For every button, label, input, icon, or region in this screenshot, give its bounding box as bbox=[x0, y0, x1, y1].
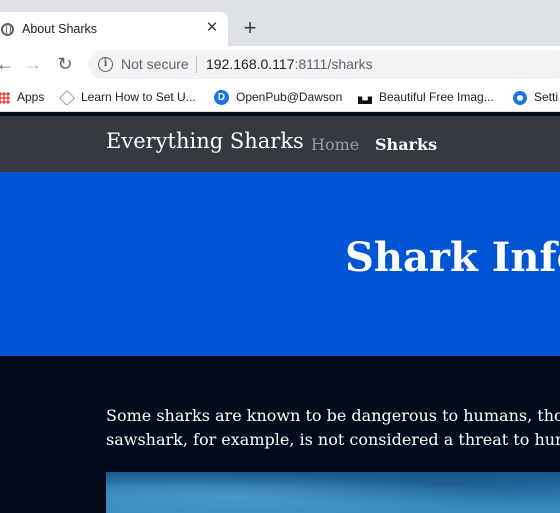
browser-tab-strip: About Sharks ✕ + bbox=[0, 0, 560, 46]
intro-line: sawshark, for example, is not considered… bbox=[106, 430, 560, 449]
intro-paragraph: Some sharks are known to be dangerous to… bbox=[106, 404, 560, 452]
site-navbar: Everything Sharks Home Sharks bbox=[0, 116, 560, 172]
browser-toolbar: ← → ↻ i Not secure 192.168.0.117:8111/sh… bbox=[0, 46, 560, 83]
main-content: Some sharks are known to be dangerous to… bbox=[0, 356, 560, 513]
shark-photo bbox=[106, 472, 560, 513]
browser-tab[interactable]: About Sharks ✕ bbox=[0, 12, 228, 46]
site-brand[interactable]: Everything Sharks bbox=[106, 129, 304, 153]
back-arrow-icon[interactable]: ← bbox=[0, 53, 16, 75]
nav-home-link[interactable]: Home bbox=[311, 135, 359, 154]
reload-icon[interactable]: ↻ bbox=[54, 53, 76, 75]
bookmark-settings[interactable]: Setti bbox=[513, 88, 558, 106]
intro-line: Some sharks are known to be dangerous to… bbox=[106, 406, 560, 425]
bookmarks-bar: Apps Learn How to Set U... D OpenPub@Daws… bbox=[0, 83, 560, 112]
address-bar[interactable]: i Not secure 192.168.0.117:8111/sharks bbox=[88, 50, 560, 79]
hero-banner: Shark Info bbox=[0, 172, 560, 356]
url-host: 192.168.0.117 bbox=[206, 56, 295, 72]
info-icon[interactable]: i bbox=[98, 57, 113, 72]
new-tab-button[interactable]: + bbox=[240, 17, 260, 39]
globe-icon bbox=[1, 23, 14, 36]
bookmark-label: Beautiful Free Imag... bbox=[379, 90, 494, 104]
bookmark-label: Apps bbox=[17, 90, 45, 104]
tab-title: About Sharks bbox=[22, 22, 98, 36]
security-label[interactable]: Not secure bbox=[121, 56, 189, 72]
url-path: :8111/sharks bbox=[294, 56, 373, 72]
bookmark-learn-how[interactable]: Learn How to Set U... bbox=[59, 88, 196, 106]
omnibox-divider bbox=[196, 56, 197, 73]
nav-sharks-link[interactable]: Sharks bbox=[375, 135, 437, 154]
forward-arrow-icon[interactable]: → bbox=[22, 53, 44, 75]
dawson-d-icon: D bbox=[214, 90, 229, 106]
url-text[interactable]: 192.168.0.117:8111/sharks bbox=[206, 56, 373, 72]
apps-icon bbox=[0, 91, 10, 104]
bookmark-apps[interactable]: Apps bbox=[0, 88, 44, 106]
unsplash-icon bbox=[358, 96, 372, 105]
close-tab-icon[interactable]: ✕ bbox=[203, 19, 221, 37]
bookmark-unsplash[interactable]: Beautiful Free Imag... bbox=[358, 88, 494, 106]
bookmark-label: OpenPub@Dawson bbox=[236, 90, 343, 104]
cube-icon bbox=[59, 89, 75, 106]
bookmark-openpub[interactable]: D OpenPub@Dawson bbox=[214, 88, 342, 106]
bookmark-label: Learn How to Set U... bbox=[81, 90, 196, 104]
page-title: Shark Info bbox=[345, 234, 560, 281]
gear-icon bbox=[513, 90, 527, 105]
bookmark-label: Setti bbox=[534, 90, 559, 104]
